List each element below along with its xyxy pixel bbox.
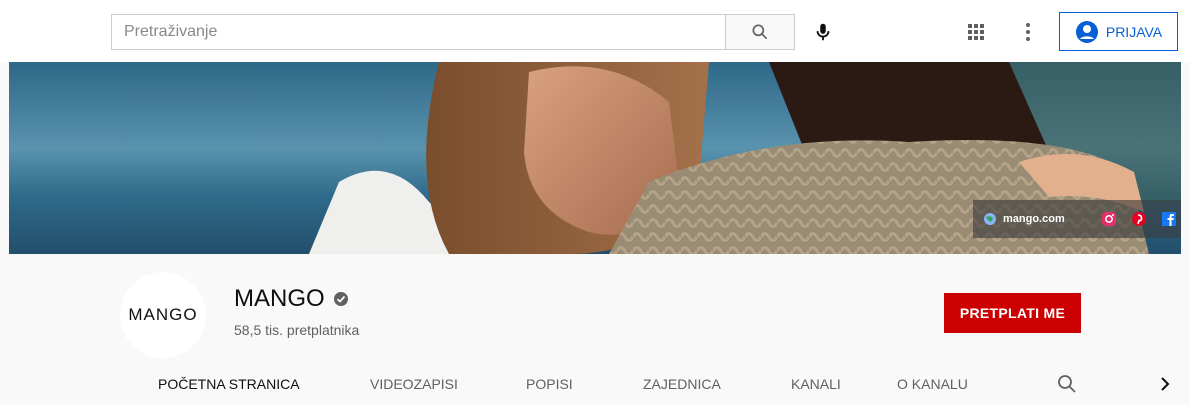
chevron-right-icon[interactable] [1155,374,1175,394]
facebook-icon[interactable] [1161,211,1177,227]
globe-icon[interactable] [983,212,997,226]
channel-search-icon[interactable] [1055,372,1079,396]
apps-button[interactable] [958,14,994,50]
search-input[interactable] [111,14,725,50]
channel-avatar[interactable]: MANGO [120,272,206,358]
account-circle-icon [1075,20,1098,43]
search-icon [752,24,768,40]
verified-icon [333,292,348,306]
tab-playlists[interactable]: POPISI [526,376,573,392]
top-bar: PRIJAVA [0,0,1190,62]
avatar-logo-text: MANGO [128,305,198,324]
settings-more-button[interactable] [1010,14,1046,50]
tab-videos[interactable]: VIDEOZAPISI [370,376,458,392]
channel-name: MANGO [234,285,349,313]
sign-in-button[interactable]: PRIJAVA [1059,12,1178,51]
channel-title: MANGO [234,285,325,312]
more-vert-icon [1026,23,1030,41]
mic-icon [816,23,830,41]
instagram-icon[interactable] [1101,211,1117,227]
channel-tabs: POČETNA STRANICA VIDEOZAPISI POPISI ZAJE… [0,362,1190,405]
banner-links: mango.com [973,200,1181,238]
subscribe-button[interactable]: PRETPLATI ME [944,293,1081,333]
channel-banner: mango.com [9,62,1181,254]
tab-home[interactable]: POČETNA STRANICA [158,376,300,392]
tab-community[interactable]: ZAJEDNICA [643,376,721,392]
subscriber-count: 58,5 tis. pretplatnika [234,322,360,338]
pinterest-icon[interactable] [1131,211,1147,227]
website-link[interactable]: mango.com [1003,213,1065,225]
sign-in-label: PRIJAVA [1105,23,1163,40]
tab-channels[interactable]: KANALI [791,376,841,392]
tab-about[interactable]: O KANALU [897,376,968,392]
search-button[interactable] [725,14,795,50]
search-box [111,14,795,50]
voice-search-button[interactable] [805,14,841,50]
apps-icon [968,24,984,40]
